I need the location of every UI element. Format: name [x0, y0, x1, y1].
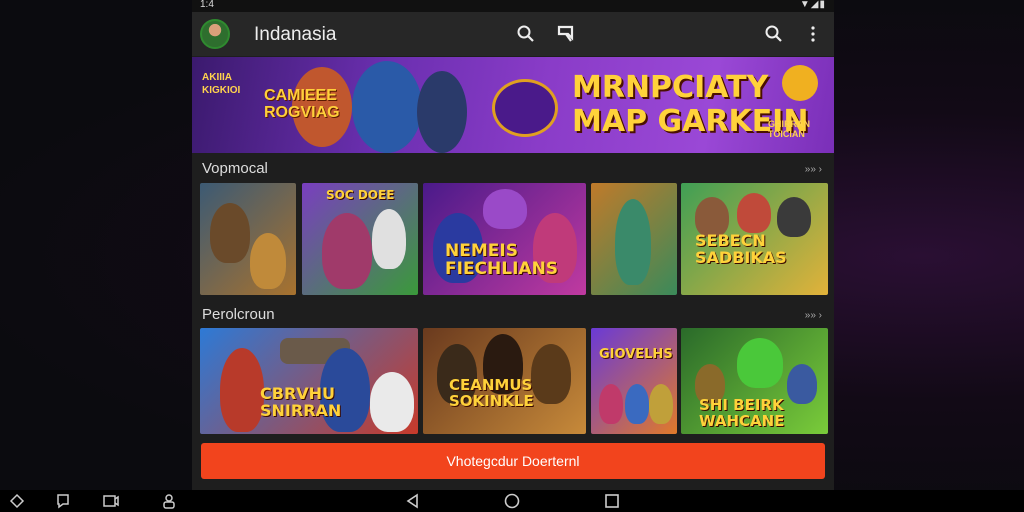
character-figure — [220, 348, 264, 432]
avatar[interactable] — [200, 19, 230, 49]
tile-title: SOC DOEE — [326, 188, 395, 202]
game-tile[interactable]: GIOVELHS — [591, 328, 677, 434]
status-bar: 1:4 ▼◢▮ — [192, 0, 834, 12]
banner-badge-text: GHIRRAN TOICIAN — [768, 119, 810, 139]
more-menu-icon[interactable] — [803, 24, 823, 44]
search-icon[interactable] — [516, 24, 536, 44]
system-nav-bar — [0, 490, 1024, 512]
tile-title: SEBECN SADBIKAS — [695, 231, 787, 267]
game-tile[interactable]: NEMEIS FIECHLIANS — [423, 183, 586, 295]
phone-screen: 1:4 ▼◢▮ Indanasia AKIIIA KIGKIOI CAMIEEE… — [192, 0, 834, 490]
status-time: 1:4 — [200, 0, 214, 10]
tile-title: GIOVELHS — [599, 347, 673, 362]
character-figure — [625, 384, 649, 424]
character-figure — [599, 384, 623, 424]
section-title: Perolcroun — [202, 306, 275, 323]
tile-title: CBRVHU SNIRRAN — [260, 384, 342, 420]
tile-title: NEMEIS FIECHLIANS — [445, 241, 559, 279]
game-tile[interactable] — [200, 183, 296, 295]
game-tile[interactable]: SEBECN SADBIKAS — [681, 183, 828, 295]
banner-corner-text: AKIIIA KIGKIOI — [202, 72, 241, 96]
banner-title-line1: MRNPCIATY — [572, 70, 769, 105]
game-controller-icon[interactable] — [160, 492, 178, 510]
see-more-link[interactable]: »» › — [805, 164, 822, 175]
character-figure — [615, 199, 651, 285]
game-tile[interactable]: CEANMUS SOKINKLE — [423, 328, 586, 434]
creature-figure — [492, 79, 558, 137]
game-tile[interactable]: SOC DOEE — [302, 183, 418, 295]
character-figure — [737, 193, 771, 233]
character-figure — [649, 384, 673, 424]
screen-record-icon[interactable] — [102, 492, 120, 510]
character-figure — [417, 71, 467, 153]
back-icon[interactable] — [404, 492, 422, 510]
home-icon[interactable] — [503, 492, 521, 510]
character-figure — [322, 213, 372, 289]
tile-title: CEANMUS SOKINKLE — [449, 376, 534, 410]
character-figure — [372, 209, 406, 269]
banner-game-text: CAMIEEE ROGVIAG — [264, 87, 340, 121]
primary-action-button[interactable]: Vhotegcdur Doerternl — [201, 443, 825, 479]
recents-icon[interactable] — [603, 492, 621, 510]
cast-icon[interactable] — [556, 24, 576, 44]
search-icon-secondary[interactable] — [764, 24, 784, 44]
section-title: Vopmocal — [202, 160, 268, 177]
status-icons: ▼◢▮ — [799, 0, 826, 10]
app-title: Indanasia — [254, 24, 337, 45]
character-figure — [250, 233, 286, 289]
dog-figure — [370, 372, 414, 432]
goblin-figure — [737, 338, 783, 388]
see-more-link[interactable]: »» › — [805, 310, 822, 321]
game-tile[interactable]: SHI BEIRK WAHCANE — [681, 328, 828, 434]
rotate-icon[interactable] — [8, 492, 26, 510]
creature-figure — [483, 189, 527, 229]
character-figure — [210, 203, 250, 263]
app-bar: Indanasia — [192, 12, 834, 56]
assistant-icon[interactable] — [54, 492, 72, 510]
character-figure — [777, 197, 811, 237]
game-tile[interactable] — [591, 183, 677, 295]
promo-banner[interactable]: AKIIIA KIGKIOI CAMIEEE ROGVIAG MRNPCIATY… — [192, 57, 834, 153]
game-tile[interactable]: CBRVHU SNIRRAN — [200, 328, 418, 434]
tile-title: SHI BEIRK WAHCANE — [699, 396, 785, 430]
